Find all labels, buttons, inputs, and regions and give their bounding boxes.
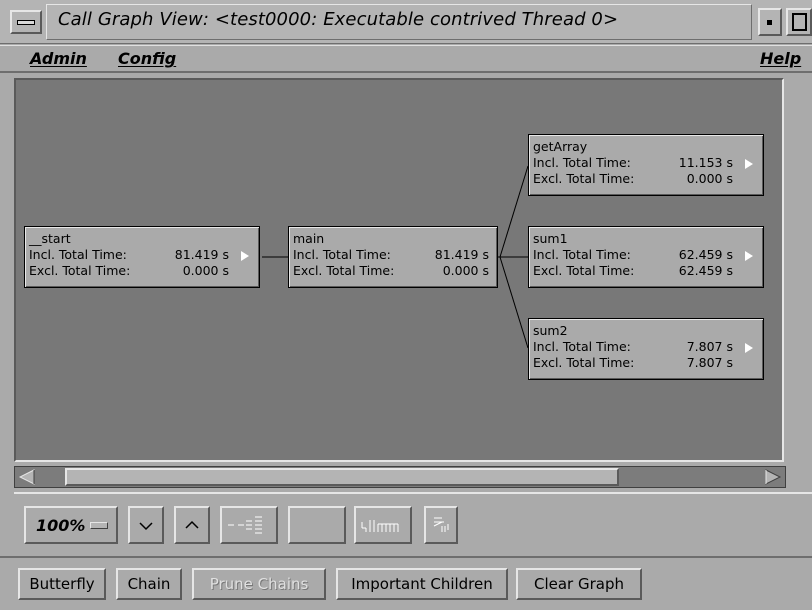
zoom-out-button[interactable] — [128, 506, 164, 544]
butterfly-button[interactable]: Butterfly — [18, 568, 106, 600]
node-main[interactable]: main Incl. Total Time: 81.419 s Excl. Tot… — [288, 226, 498, 288]
maximize-icon — [792, 13, 807, 31]
window-menu-button[interactable] — [10, 10, 42, 34]
incl-value: 62.459 s — [678, 247, 733, 262]
scrollbar-thumb[interactable] — [65, 468, 619, 486]
zoom-in-button[interactable] — [174, 506, 210, 544]
node-sum1[interactable]: sum1 Incl. Total Time: 62.459 s Excl. Tot… — [528, 226, 764, 288]
blank-button[interactable] — [288, 506, 346, 544]
scroll-left-arrow-icon[interactable] — [17, 468, 37, 486]
incl-value: 81.419 s — [174, 247, 229, 262]
excl-value: 0.000 s — [442, 263, 489, 278]
chain-button[interactable]: Chain — [116, 568, 182, 600]
node-name: getArray — [533, 139, 588, 154]
incl-label: Incl. Total Time: — [533, 247, 631, 262]
incl-value: 81.419 s — [434, 247, 489, 262]
menu-config[interactable]: Config — [118, 49, 176, 68]
edge-main-getarray — [499, 165, 529, 258]
edge-main-sum2 — [499, 256, 529, 349]
node-sum2[interactable]: sum2 Incl. Total Time: 7.807 s Excl. Tota… — [528, 318, 764, 380]
realign-graph-icon — [433, 517, 449, 532]
clear-graph-button[interactable]: Clear Graph — [516, 568, 642, 600]
node-name: __start — [29, 231, 71, 246]
node-start[interactable]: __start Incl. Total Time: 81.419 s Excl. … — [24, 226, 260, 288]
zoom-menu-button[interactable]: 100% — [24, 506, 118, 544]
graph-toolbar: 100% — [14, 492, 812, 554]
expand-arrow-icon[interactable] — [745, 159, 753, 169]
rotate-graph-button[interactable] — [354, 506, 412, 544]
right-margin — [786, 78, 812, 464]
node-name: main — [293, 231, 325, 246]
excl-value: 7.807 s — [686, 355, 733, 370]
minimize-button[interactable] — [758, 8, 782, 36]
action-button-bar: Butterfly Chain Prune Chains Important C… — [0, 556, 812, 610]
menu-bar: Admin Config Help — [0, 45, 812, 73]
excl-label: Excl. Total Time: — [533, 171, 635, 186]
menu-admin[interactable]: Admin — [30, 49, 87, 68]
window-menu-icon — [17, 20, 35, 25]
incl-label: Incl. Total Time: — [293, 247, 391, 262]
excl-value: 62.459 s — [678, 263, 733, 278]
prune-chains-button[interactable]: Prune Chains — [192, 568, 326, 600]
excl-label: Excl. Total Time: — [29, 263, 131, 278]
expand-arrow-icon[interactable] — [745, 251, 753, 261]
expand-arrow-icon[interactable] — [241, 251, 249, 261]
node-name: sum1 — [533, 231, 568, 246]
excl-label: Excl. Total Time: — [293, 263, 395, 278]
scrollbar-corner — [786, 466, 812, 488]
scroll-right-arrow-icon[interactable] — [763, 468, 783, 486]
expand-arrow-icon[interactable] — [745, 343, 753, 353]
node-getarray[interactable]: getArray Incl. Total Time: 11.153 s Excl.… — [528, 134, 764, 196]
excl-label: Excl. Total Time: — [533, 263, 635, 278]
node-name: sum2 — [533, 323, 568, 338]
window-title: Call Graph View: <test0000: Executable c… — [58, 9, 619, 30]
excl-value: 0.000 s — [182, 263, 229, 278]
excl-label: Excl. Total Time: — [533, 355, 635, 370]
incl-label: Incl. Total Time: — [533, 155, 631, 170]
important-children-button[interactable]: Important Children — [336, 568, 508, 600]
incl-value: 11.153 s — [678, 155, 733, 170]
minimize-icon — [767, 20, 772, 25]
menu-help[interactable]: Help — [760, 49, 801, 68]
rotate-graph-icon — [361, 520, 399, 532]
option-menu-indicator-icon — [90, 522, 108, 529]
incl-label: Incl. Total Time: — [533, 339, 631, 354]
call-graph-canvas[interactable]: __start Incl. Total Time: 81.419 s Excl. … — [14, 78, 784, 462]
chevron-up-icon — [185, 520, 199, 529]
zoom-value: 100% — [36, 516, 86, 535]
title-bar: Call Graph View: <test0000: Executable c… — [0, 0, 812, 44]
incl-label: Incl. Total Time: — [29, 247, 127, 262]
excl-value: 0.000 s — [686, 171, 733, 186]
horizontal-scrollbar[interactable] — [14, 466, 786, 488]
overview-button[interactable] — [220, 506, 278, 544]
chevron-down-icon — [139, 522, 153, 531]
incl-value: 7.807 s — [686, 339, 733, 354]
overview-icon — [228, 516, 262, 534]
realign-graph-button[interactable] — [424, 506, 458, 544]
maximize-button[interactable] — [786, 8, 812, 36]
